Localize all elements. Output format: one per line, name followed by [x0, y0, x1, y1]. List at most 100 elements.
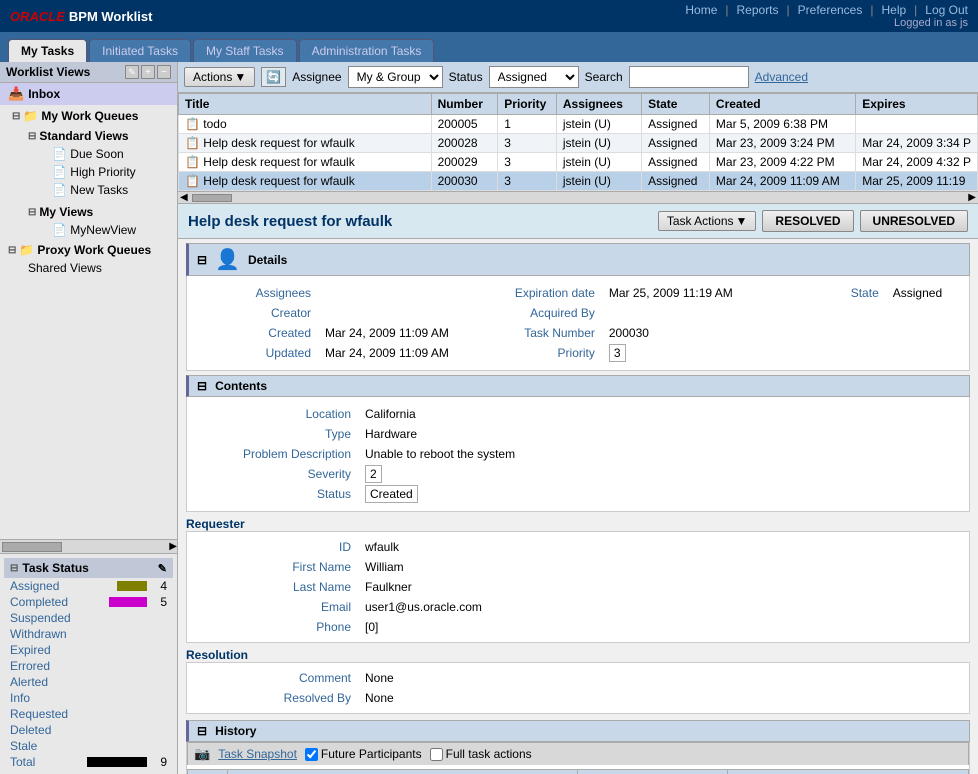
tab-my-tasks[interactable]: My Tasks — [8, 39, 87, 62]
details-section-header[interactable]: ⊟ 👤 Details — [186, 243, 970, 276]
task-status-count: 9 — [151, 755, 167, 769]
task-status-panel: ⊟ Task Status ✎ Assigned4Completed5Suspe… — [0, 553, 177, 774]
status-label: Status — [197, 485, 357, 503]
task-icon: 📋 — [185, 117, 200, 131]
unresolved-button[interactable]: UNRESOLVED — [860, 210, 968, 232]
future-participants-checkbox-label[interactable]: Future Participants — [305, 747, 422, 761]
col-number[interactable]: Number — [431, 94, 498, 115]
tab-my-staff-tasks[interactable]: My Staff Tasks — [193, 39, 297, 62]
collapse-contents-icon: ⊟ — [197, 379, 207, 393]
sidebar-item-new-tasks[interactable]: 📄 New Tasks — [24, 181, 169, 199]
table-row[interactable]: 📋 todo 200005 1 jstein (U) Assigned Mar … — [179, 115, 978, 134]
sidebar-item-high-priority[interactable]: 📄 High Priority — [24, 163, 169, 181]
sidebar-edit-icon[interactable]: ✎ — [125, 65, 139, 79]
assignee-select[interactable]: My & Group — [348, 66, 443, 88]
col-state[interactable]: State — [642, 94, 710, 115]
sidebar-my-work-queues[interactable]: ⊟ 📁 My Work Queues — [4, 107, 173, 125]
table-row[interactable]: 📋 Help desk request for wfaulk 200030 3 … — [179, 172, 978, 191]
table-row[interactable]: 📋 Help desk request for wfaulk 200028 3 … — [179, 134, 978, 153]
task-assignees-cell: jstein (U) — [556, 172, 641, 191]
requester-id-value: wfaulk — [359, 538, 488, 556]
sidebar-item-my-new-view[interactable]: 📄 MyNewView — [24, 221, 169, 239]
priority-value: 3 — [603, 344, 763, 362]
nav-home[interactable]: Home — [685, 3, 717, 17]
scroll-thumb[interactable] — [192, 194, 232, 202]
table-scrollbar[interactable]: ◀ ▶ — [178, 191, 978, 203]
sidebar-scrollbar[interactable] — [2, 542, 62, 552]
detail-header: Help desk request for wfaulk Task Action… — [178, 204, 978, 239]
task-status-row[interactable]: Deleted — [4, 722, 173, 738]
task-number-cell: 200005 — [431, 115, 498, 134]
table-row[interactable]: 📋 Help desk request for wfaulk 200029 3 … — [179, 153, 978, 172]
status-select[interactable]: Assigned — [489, 66, 579, 88]
task-status-label: Requested — [10, 707, 167, 721]
nav-logout[interactable]: Log Out — [925, 3, 968, 17]
task-status-header[interactable]: ⊟ Task Status ✎ — [4, 558, 173, 578]
history-section-header[interactable]: ⊟ History — [186, 720, 970, 742]
tab-initiated-tasks[interactable]: Initiated Tasks — [89, 39, 191, 62]
task-priority-cell: 1 — [498, 115, 557, 134]
sidebar-standard-views[interactable]: ⊟ Standard Views — [24, 127, 169, 145]
task-status-rows: Assigned4Completed5SuspendedWithdrawnExp… — [4, 578, 173, 770]
task-status-row[interactable]: Requested — [4, 706, 173, 722]
created-value: Mar 24, 2009 11:09 AM — [319, 324, 479, 342]
standard-views-section: ⊟ Standard Views 📄 Due Soon 📄 High Prior… — [4, 125, 173, 201]
sidebar-remove-icon[interactable]: − — [157, 65, 171, 79]
history-header-row: # Participant Action Action Date — [188, 770, 969, 774]
resolved-button[interactable]: RESOLVED — [762, 210, 853, 232]
task-status-bar — [109, 597, 147, 607]
sidebar-add-icon[interactable]: + — [141, 65, 155, 79]
sidebar-item-inbox[interactable]: 📥 Inbox — [0, 83, 177, 105]
task-status-row[interactable]: Total9 — [4, 754, 173, 770]
history-col-num: # — [188, 770, 228, 774]
col-priority[interactable]: Priority — [498, 94, 557, 115]
sidebar-proxy-work-queues[interactable]: ⊟ 📁 Proxy Work Queues — [0, 241, 177, 259]
task-status-row[interactable]: Assigned4 — [4, 578, 173, 594]
task-status-row[interactable]: Errored — [4, 658, 173, 674]
sidebar-scroll-right[interactable]: ▶ — [169, 541, 177, 552]
task-status-row[interactable]: Expired — [4, 642, 173, 658]
task-status-row[interactable]: Alerted — [4, 674, 173, 690]
full-task-actions-checkbox-label[interactable]: Full task actions — [430, 747, 532, 761]
task-number-value: 200030 — [603, 324, 763, 342]
col-created[interactable]: Created — [709, 94, 855, 115]
task-actions-button[interactable]: Task Actions ▼ — [658, 211, 757, 231]
task-title-cell: 📋 Help desk request for wfaulk — [179, 134, 432, 153]
task-number-cell: 200029 — [431, 153, 498, 172]
future-participants-checkbox[interactable] — [305, 748, 318, 761]
toolbar-icon-refresh[interactable]: 🔄 — [261, 67, 286, 87]
detail-actions: Task Actions ▼ RESOLVED UNRESOLVED — [658, 210, 968, 232]
task-status-row[interactable]: Completed5 — [4, 594, 173, 610]
full-task-actions-checkbox[interactable] — [430, 748, 443, 761]
task-snapshot-label[interactable]: Task Snapshot — [218, 747, 297, 761]
task-status-row[interactable]: Info — [4, 690, 173, 706]
sidebar: Worklist Views ✎ + − 📥 Inbox ⊟ 📁 My Work… — [0, 62, 178, 774]
sidebar-item-shared-views[interactable]: Shared Views — [0, 259, 177, 277]
col-assignees[interactable]: Assignees — [556, 94, 641, 115]
task-status-edit-icon[interactable]: ✎ — [158, 562, 167, 575]
nav-help[interactable]: Help — [881, 3, 906, 17]
scroll-right-icon[interactable]: ▶ — [968, 192, 976, 203]
task-status-row[interactable]: Suspended — [4, 610, 173, 626]
expiration-date-value: Mar 25, 2009 11:19 AM — [603, 284, 763, 302]
search-input[interactable] — [629, 66, 749, 88]
header-nav: Home | Reports | Preferences | Help | Lo… — [685, 3, 968, 29]
nav-preferences[interactable]: Preferences — [798, 3, 863, 17]
task-status-row[interactable]: Withdrawn — [4, 626, 173, 642]
contents-section-header[interactable]: ⊟ Contents — [186, 375, 970, 397]
actions-button[interactable]: Actions ▼ — [184, 67, 255, 87]
col-expires[interactable]: Expires — [856, 94, 978, 115]
task-number-cell: 200028 — [431, 134, 498, 153]
col-title[interactable]: Title — [179, 94, 432, 115]
sidebar-my-views[interactable]: ⊟ My Views — [24, 203, 169, 221]
task-status-row[interactable]: Stale — [4, 738, 173, 754]
sidebar-my-work-queues-section: ⊟ 📁 My Work Queues ⊟ Standard Views 📄 Du… — [0, 105, 177, 241]
scroll-left-icon[interactable]: ◀ — [180, 192, 188, 203]
nav-reports[interactable]: Reports — [737, 3, 779, 17]
task-table: Title Number Priority Assignees State Cr… — [178, 93, 978, 191]
sidebar-item-due-soon[interactable]: 📄 Due Soon — [24, 145, 169, 163]
task-status-label: Alerted — [10, 675, 167, 689]
type-value: Hardware — [359, 425, 521, 443]
tab-administration-tasks[interactable]: Administration Tasks — [299, 39, 435, 62]
task-status-label: Suspended — [10, 611, 167, 625]
